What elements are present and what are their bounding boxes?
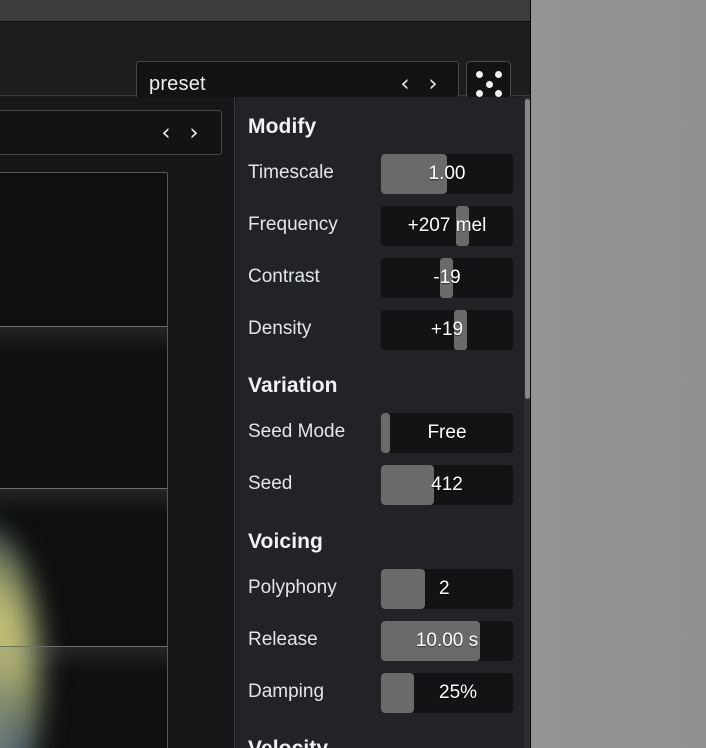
param-row-seed: Seed 412 [236,465,524,505]
slider-value-seed: 412 [431,474,463,495]
slider-seed-mode[interactable]: Free [381,413,513,453]
slider-damping[interactable]: 25% [381,673,513,713]
spectrogram-row-glow [0,327,167,353]
section-heading-velocity: Velocity [248,737,328,748]
param-label-damping: Damping [248,681,325,702]
slider-value-release: 10.00 s [415,630,479,651]
plugin-window: preset ‹ › ick ‹ › [0,0,531,748]
spectrogram-row-glow [0,647,167,673]
section-heading-voicing: Voicing [248,530,323,553]
preset-header-bar: preset ‹ › [0,23,530,106]
spectrogram-row-glow [0,489,167,515]
dice-pip [495,90,502,97]
param-label-polyphony: Polyphony [248,577,337,598]
param-row-timescale: Timescale 1.00 [236,154,524,194]
dice-pip [476,90,483,97]
section-heading-modify: Modify [248,115,317,138]
slider-value-frequency: +207 mel [407,215,487,236]
param-label-contrast: Contrast [248,266,320,287]
param-label-density: Density [248,318,312,339]
spectrogram-display[interactable] [0,172,168,748]
slider-contrast[interactable]: -19 [381,258,513,298]
window-titlebar[interactable] [0,0,531,22]
desktop-background: preset ‹ › ick ‹ › [0,0,706,748]
sample-next-button[interactable]: › [183,119,205,147]
param-row-seed-mode: Seed Mode Free [236,413,524,453]
sample-previous-button[interactable]: ‹ [155,119,177,147]
slider-value-damping: 25% [439,682,478,703]
param-row-frequency: Frequency +207 mel [236,206,524,246]
param-label-release: Release [248,629,318,650]
slider-value-density: +19 [430,319,464,340]
param-row-density: Density +19 [236,310,524,350]
section-heading-variation: Variation [248,374,338,397]
param-label-frequency: Frequency [248,214,338,235]
slider-value-timescale: 1.00 [428,163,466,184]
slider-release[interactable]: 10.00 s [381,621,513,661]
param-row-release: Release 10.00 s [236,621,524,661]
slider-density[interactable]: +19 [381,310,513,350]
slider-frequency[interactable]: +207 mel [381,206,513,246]
slider-polyphony[interactable]: 2 [381,569,513,609]
slider-value-polyphony: 2 [439,578,450,599]
dice-pip [485,80,493,88]
preset-previous-button[interactable]: ‹ [394,70,416,98]
param-row-polyphony: Polyphony 2 [236,569,524,609]
titlebar-edge [530,0,531,22]
sample-selector[interactable]: ick ‹ › [0,110,222,155]
slider-value-contrast: -19 [433,267,461,288]
param-label-timescale: Timescale [248,162,334,183]
preset-next-button[interactable]: › [422,70,444,98]
slider-timescale[interactable]: 1.00 [381,154,513,194]
param-label-seed-mode: Seed Mode [248,421,346,442]
slider-seed[interactable]: 412 [381,465,513,505]
preset-name-label: preset [149,73,206,95]
dice-pip [476,71,483,78]
panel-scrollbar-thumb[interactable] [525,99,530,399]
spectrogram-blob [0,525,43,748]
param-row-damping: Damping 25% [236,673,524,713]
dice-pip [495,71,502,78]
left-column: ick ‹ › [0,97,235,748]
param-row-contrast: Contrast -19 [236,258,524,298]
param-label-seed: Seed [248,473,293,494]
panel-scrollbar[interactable] [524,97,530,748]
slider-value-seed-mode: Free [427,422,467,443]
parameter-panel: Modify Timescale 1.00 Frequency +207 mel… [236,97,530,748]
